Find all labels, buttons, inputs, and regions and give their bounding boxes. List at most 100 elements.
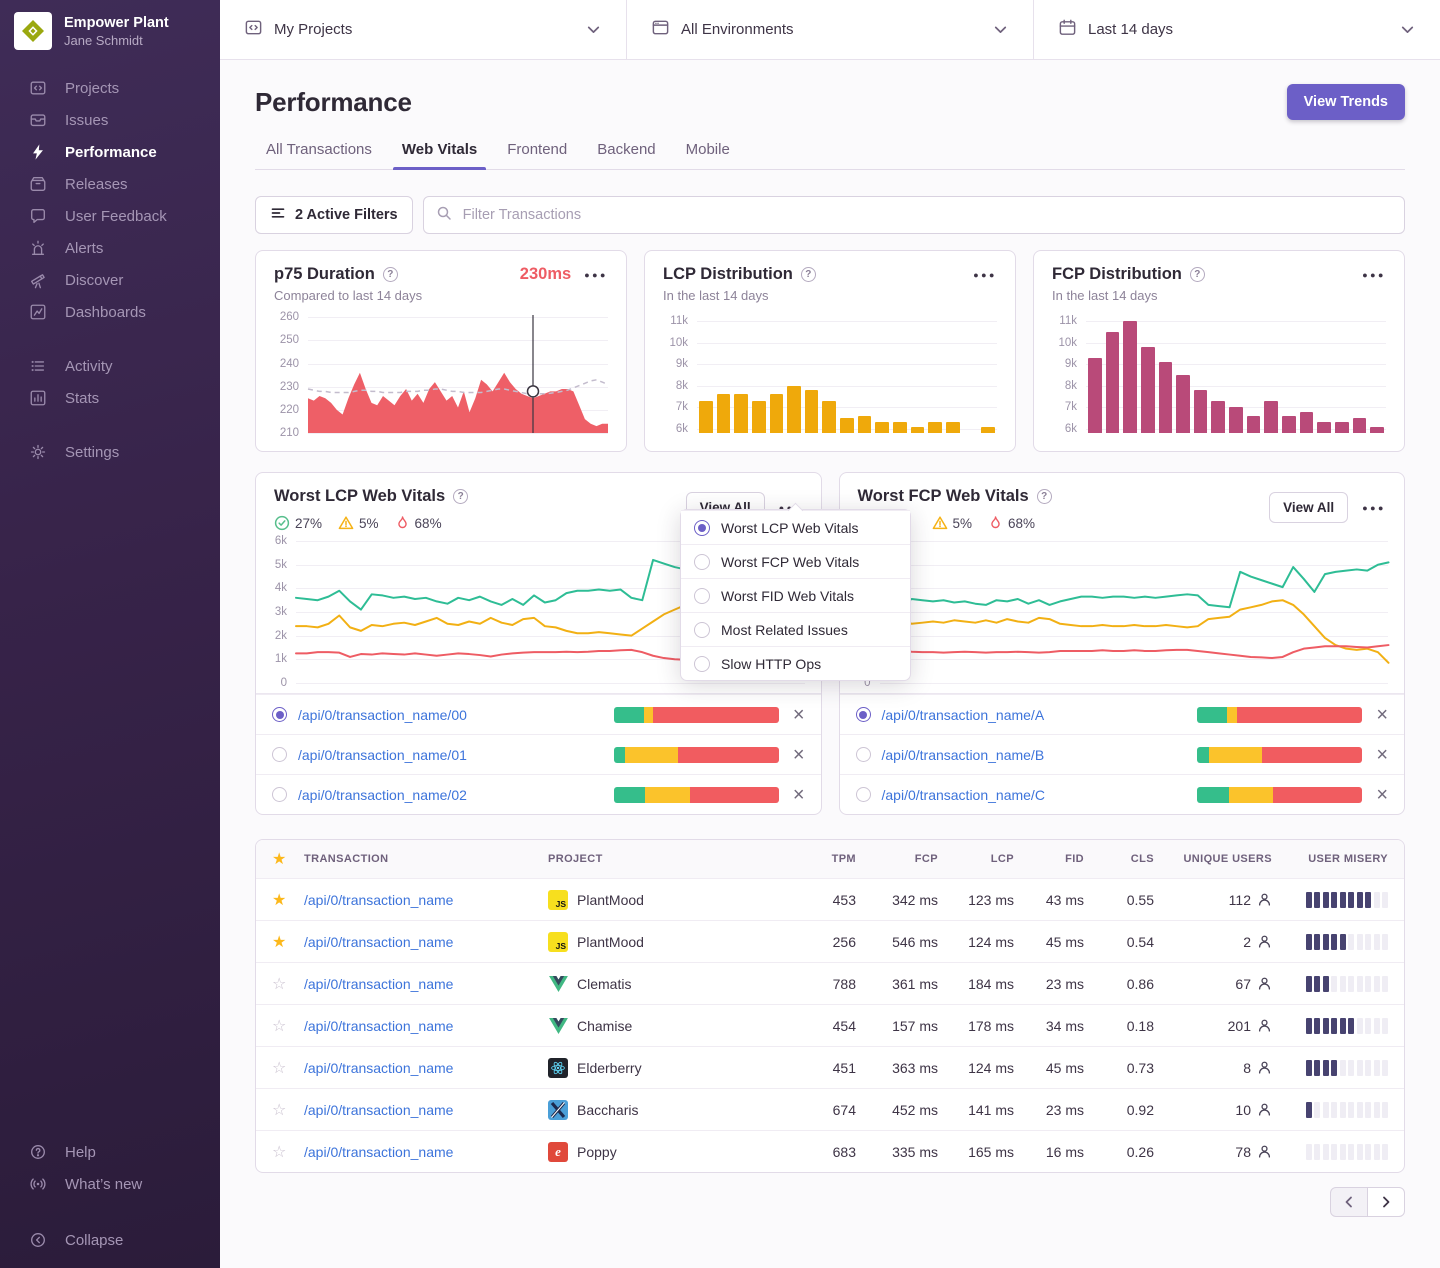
close-icon[interactable]: × — [793, 745, 805, 765]
transaction-link[interactable]: /api/0/transaction_name — [304, 892, 453, 908]
close-icon[interactable]: × — [1376, 785, 1388, 805]
sidebar-item-projects[interactable]: Projects — [0, 72, 220, 104]
sidebar-item-alerts[interactable]: Alerts — [0, 232, 220, 264]
menu-item-radio[interactable] — [694, 554, 710, 570]
star-toggle[interactable]: ☆ — [272, 1058, 304, 1078]
transaction-radio[interactable] — [272, 787, 287, 802]
transaction-radio[interactable] — [272, 707, 287, 722]
transaction-link[interactable]: /api/0/transaction_name — [304, 1060, 453, 1076]
close-icon[interactable]: × — [793, 785, 805, 805]
tab-backend[interactable]: Backend — [586, 132, 666, 169]
environment-selector[interactable]: All Environments — [627, 0, 1034, 59]
worst-fcp-chart[interactable]: 6k5k4k3k2k1k0 — [850, 541, 1389, 683]
sidebar-item-releases[interactable]: Releases — [0, 168, 220, 200]
star-toggle[interactable]: ☆ — [272, 1142, 304, 1162]
column-header-fcp[interactable]: FCP — [856, 853, 938, 865]
column-header-tpm[interactable]: TPM — [798, 853, 856, 865]
column-header-user-misery[interactable]: USER MISERY — [1272, 853, 1388, 865]
sidebar-item-user-feedback[interactable]: User Feedback — [0, 200, 220, 232]
star-toggle[interactable]: ☆ — [272, 974, 304, 994]
project-name[interactable]: Chamise — [577, 1018, 632, 1034]
project-name[interactable]: Clematis — [577, 976, 631, 992]
transaction-link[interactable]: /api/0/transaction_name/02 — [298, 787, 467, 803]
star-toggle[interactable]: ★ — [272, 890, 304, 910]
transaction-link[interactable]: /api/0/transaction_name — [304, 976, 453, 992]
date-range-selector[interactable]: Last 14 days — [1034, 0, 1440, 59]
next-page-button[interactable] — [1367, 1187, 1405, 1217]
transaction-link[interactable]: /api/0/transaction_name/A — [882, 707, 1045, 723]
transaction-link[interactable]: /api/0/transaction_name — [304, 1018, 453, 1034]
menu-item-radio[interactable] — [694, 588, 710, 604]
transaction-link[interactable]: /api/0/transaction_name/B — [882, 747, 1045, 763]
question-icon[interactable]: ? — [1037, 489, 1052, 504]
sidebar-item-dashboards[interactable]: Dashboards — [0, 296, 220, 328]
menu-item-worst-fcp-web-vitals[interactable]: Worst FCP Web Vitals — [681, 544, 910, 578]
menu-item-worst-lcp-web-vitals[interactable]: Worst LCP Web Vitals — [681, 510, 910, 544]
transaction-link[interactable]: /api/0/transaction_name/00 — [298, 707, 467, 723]
transaction-link[interactable]: /api/0/transaction_name — [304, 1102, 453, 1118]
column-header-transaction[interactable]: TRANSACTION — [304, 853, 548, 865]
column-header-lcp[interactable]: LCP — [938, 853, 1014, 865]
transaction-radio[interactable] — [856, 707, 871, 722]
menu-item-radio[interactable] — [694, 622, 710, 638]
transaction-link[interactable]: /api/0/transaction_name/01 — [298, 747, 467, 763]
more-options-icon[interactable]: ●●● — [973, 270, 997, 280]
org-switcher[interactable]: Empower Plant Jane Schmidt — [0, 0, 220, 60]
project-name[interactable]: Baccharis — [577, 1102, 638, 1118]
transaction-link[interactable]: /api/0/transaction_name — [304, 1144, 453, 1160]
sidebar-item-performance[interactable]: Performance — [0, 136, 220, 168]
filter-transactions-input[interactable] — [461, 206, 1392, 224]
star-toggle[interactable]: ☆ — [272, 1100, 304, 1120]
project-name[interactable]: Poppy — [577, 1144, 617, 1160]
sidebar-item-settings[interactable]: Settings — [0, 436, 220, 468]
star-toggle[interactable]: ☆ — [272, 1016, 304, 1036]
column-header-cls[interactable]: CLS — [1084, 853, 1154, 865]
project-name[interactable]: PlantMood — [577, 892, 644, 908]
star-toggle[interactable]: ★ — [272, 932, 304, 952]
sidebar-item-discover[interactable]: Discover — [0, 264, 220, 296]
active-filters-button[interactable]: 2 Active Filters — [255, 196, 413, 234]
question-icon[interactable]: ? — [383, 267, 398, 282]
column-header-project[interactable]: PROJECT — [548, 853, 798, 865]
question-icon[interactable]: ? — [801, 267, 816, 282]
project-name[interactable]: PlantMood — [577, 934, 644, 950]
menu-item-slow-http-ops[interactable]: Slow HTTP Ops — [681, 646, 910, 680]
transaction-link[interactable]: /api/0/transaction_name — [304, 934, 453, 950]
sidebar-item-activity[interactable]: Activity — [0, 350, 220, 382]
p75-duration-chart[interactable]: 260250240230220210 — [274, 315, 608, 433]
menu-item-most-related-issues[interactable]: Most Related Issues — [681, 612, 910, 646]
transaction-radio[interactable] — [272, 747, 287, 762]
menu-item-radio[interactable] — [694, 656, 710, 672]
tab-web-vitals[interactable]: Web Vitals — [391, 132, 488, 169]
question-icon[interactable]: ? — [453, 489, 468, 504]
transaction-link[interactable]: /api/0/transaction_name/C — [882, 787, 1045, 803]
lcp-distribution-chart[interactable]: 11k10k9k8k7k6k — [663, 315, 997, 433]
transaction-radio[interactable] — [856, 747, 871, 762]
sidebar-item-help[interactable]: Help — [0, 1136, 220, 1168]
tab-frontend[interactable]: Frontend — [496, 132, 578, 169]
more-options-icon[interactable]: ●●● — [1362, 270, 1386, 280]
project-name[interactable]: Elderberry — [577, 1060, 642, 1076]
sidebar-item-issues[interactable]: Issues — [0, 104, 220, 136]
column-header-unique-users[interactable]: UNIQUE USERS — [1154, 853, 1272, 865]
close-icon[interactable]: × — [793, 705, 805, 725]
previous-page-button[interactable] — [1330, 1187, 1368, 1217]
sidebar-item-stats[interactable]: Stats — [0, 382, 220, 414]
close-icon[interactable]: × — [1376, 745, 1388, 765]
question-icon[interactable]: ? — [1190, 267, 1205, 282]
more-options-icon[interactable]: ●●● — [584, 270, 608, 280]
transaction-radio[interactable] — [856, 787, 871, 802]
more-options-icon[interactable]: ●●● — [1362, 503, 1386, 513]
star-column-header-icon[interactable]: ★ — [272, 849, 304, 869]
tab-all-transactions[interactable]: All Transactions — [255, 132, 383, 169]
sidebar-collapse-button[interactable]: Collapse — [0, 1224, 220, 1256]
fcp-distribution-chart[interactable]: 11k10k9k8k7k6k — [1052, 315, 1386, 433]
menu-item-radio[interactable] — [694, 520, 710, 536]
close-icon[interactable]: × — [1376, 705, 1388, 725]
column-header-fid[interactable]: FID — [1014, 853, 1084, 865]
tab-mobile[interactable]: Mobile — [675, 132, 741, 169]
project-selector[interactable]: My Projects — [220, 0, 627, 59]
menu-item-worst-fid-web-vitals[interactable]: Worst FID Web Vitals — [681, 578, 910, 612]
view-all-button[interactable]: View All — [1269, 492, 1348, 523]
sidebar-item-what-s-new[interactable]: What’s new — [0, 1168, 220, 1200]
